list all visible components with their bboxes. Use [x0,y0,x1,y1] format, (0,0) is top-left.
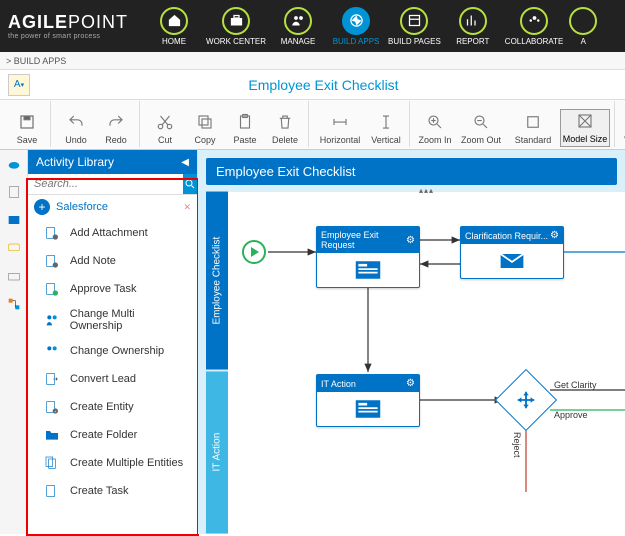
workspace: Activity Library ◀ + Salesforce ✕ Add At… [0,150,625,534]
toolbar: Save Undo Redo Cut Copy Paste Delete Hor… [0,100,625,150]
plus-icon: + [34,199,50,215]
left-iconbar [0,150,28,534]
chart-icon [459,7,487,35]
lib-convert-lead[interactable]: Convert Lead [28,365,197,393]
app-header: AGILEPOINT the power of smart process HO… [0,0,625,52]
lib-approve-task[interactable]: Approve Task [28,275,197,303]
category-header[interactable]: + Salesforce ✕ [28,195,197,219]
compass-icon [342,7,370,35]
undo-button[interactable]: Undo [57,111,95,147]
lib-create-folder[interactable]: Create Folder [28,421,197,449]
gear-icon[interactable]: ⚙ [406,235,415,246]
node-it-action[interactable]: IT Action⚙ [316,374,420,427]
lib-create-entity[interactable]: +Create Entity [28,393,197,421]
iconbar-data[interactable] [4,266,24,286]
start-node[interactable] [242,240,266,264]
validate-button[interactable]: Validate [621,111,625,147]
nav-manage[interactable]: MANAGE [272,7,324,46]
lib-change-ownership[interactable]: Change Ownership [28,337,197,365]
iconbar-chat[interactable] [4,238,24,258]
redo-button[interactable]: Redo [97,111,135,147]
flow-area[interactable]: ▴▴▴ [228,192,625,534]
lane-employee-checklist[interactable]: Employee Checklist [206,192,228,370]
edge-reject: Reject [512,432,522,458]
gear-icon[interactable]: ⚙ [406,378,415,389]
activity-library-panel: Activity Library ◀ + Salesforce ✕ Add At… [28,150,198,534]
sidebar-header[interactable]: Activity Library ◀ [28,150,197,174]
edge-approve: Approve [554,410,588,420]
nav-collaborate[interactable]: COLLABORATE [505,7,564,46]
people-icon [284,7,312,35]
model-size-button[interactable]: Model Size [560,109,610,147]
search-button[interactable] [183,174,197,194]
circle-icon [569,7,597,35]
save-button[interactable]: Save [8,111,46,147]
sidebar-search [28,174,197,195]
node-employee-exit-request[interactable]: Employee Exit Request⚙ [316,226,420,288]
vertical-button[interactable]: Vertical [367,111,405,147]
layout-icon [400,7,428,35]
title-bar: A▾ Employee Exit Checklist [0,70,625,100]
brand-logo: AGILEPOINT the power of smart process [8,12,128,40]
node-clarification-required[interactable]: Clarification Requir...⚙ [460,226,564,279]
group-icon [520,7,548,35]
lib-change-multi-ownership[interactable]: Change Multi Ownership [28,303,197,337]
lane-it-action[interactable]: IT Action [206,371,228,533]
connectors [228,192,625,534]
horizontal-button[interactable]: Horizontal [315,111,365,147]
lib-create-task[interactable]: Create Task [28,477,197,505]
home-icon [160,7,188,35]
edge-get-clarity: Get Clarity [554,380,597,390]
standard-button[interactable]: Standard [508,111,558,147]
search-input[interactable] [28,174,183,194]
iconbar-cloud[interactable] [4,154,24,174]
delete-button[interactable]: Delete [266,111,304,147]
paste-button[interactable]: Paste [226,111,264,147]
iconbar-doc[interactable] [4,182,24,202]
close-icon[interactable]: ✕ [183,202,191,213]
zoom-in-button[interactable]: Zoom In [416,111,454,147]
mini-tab[interactable]: A▾ [8,74,30,96]
gear-icon[interactable]: ⚙ [550,230,559,241]
chevron-left-icon: ◀ [181,157,189,168]
process-canvas[interactable]: Employee Exit Checklist Employee Checkli… [198,150,625,534]
nav-extra[interactable]: A [569,7,597,46]
cut-button[interactable]: Cut [146,111,184,147]
zoom-out-button[interactable]: Zoom Out [456,111,506,147]
lib-add-attachment[interactable]: Add Attachment [28,219,197,247]
breadcrumb: > BUILD APPS [0,52,625,70]
library-list: Add Attachment Add Note Approve Task Cha… [28,219,197,534]
process-title: Employee Exit Checklist [206,158,617,185]
iconbar-flow[interactable] [4,294,24,314]
iconbar-form[interactable] [4,210,24,230]
nav-build-pages[interactable]: BUILD PAGES [388,7,441,46]
nav-build-apps[interactable]: BUILD APPS [330,7,382,46]
lib-create-multiple-entities[interactable]: Create Multiple Entities [28,449,197,477]
copy-button[interactable]: Copy [186,111,224,147]
nav-report[interactable]: REPORT [447,7,499,46]
nav-home[interactable]: HOME [148,7,200,46]
lib-add-note[interactable]: Add Note [28,247,197,275]
page-title: Employee Exit Checklist [30,77,617,93]
briefcase-icon [222,7,250,35]
nav-work-center[interactable]: WORK CENTER [206,7,266,46]
swimlanes: Employee Checklist IT Action [206,192,228,534]
top-nav: HOME WORK CENTER MANAGE BUILD APPS BUILD… [148,7,597,46]
